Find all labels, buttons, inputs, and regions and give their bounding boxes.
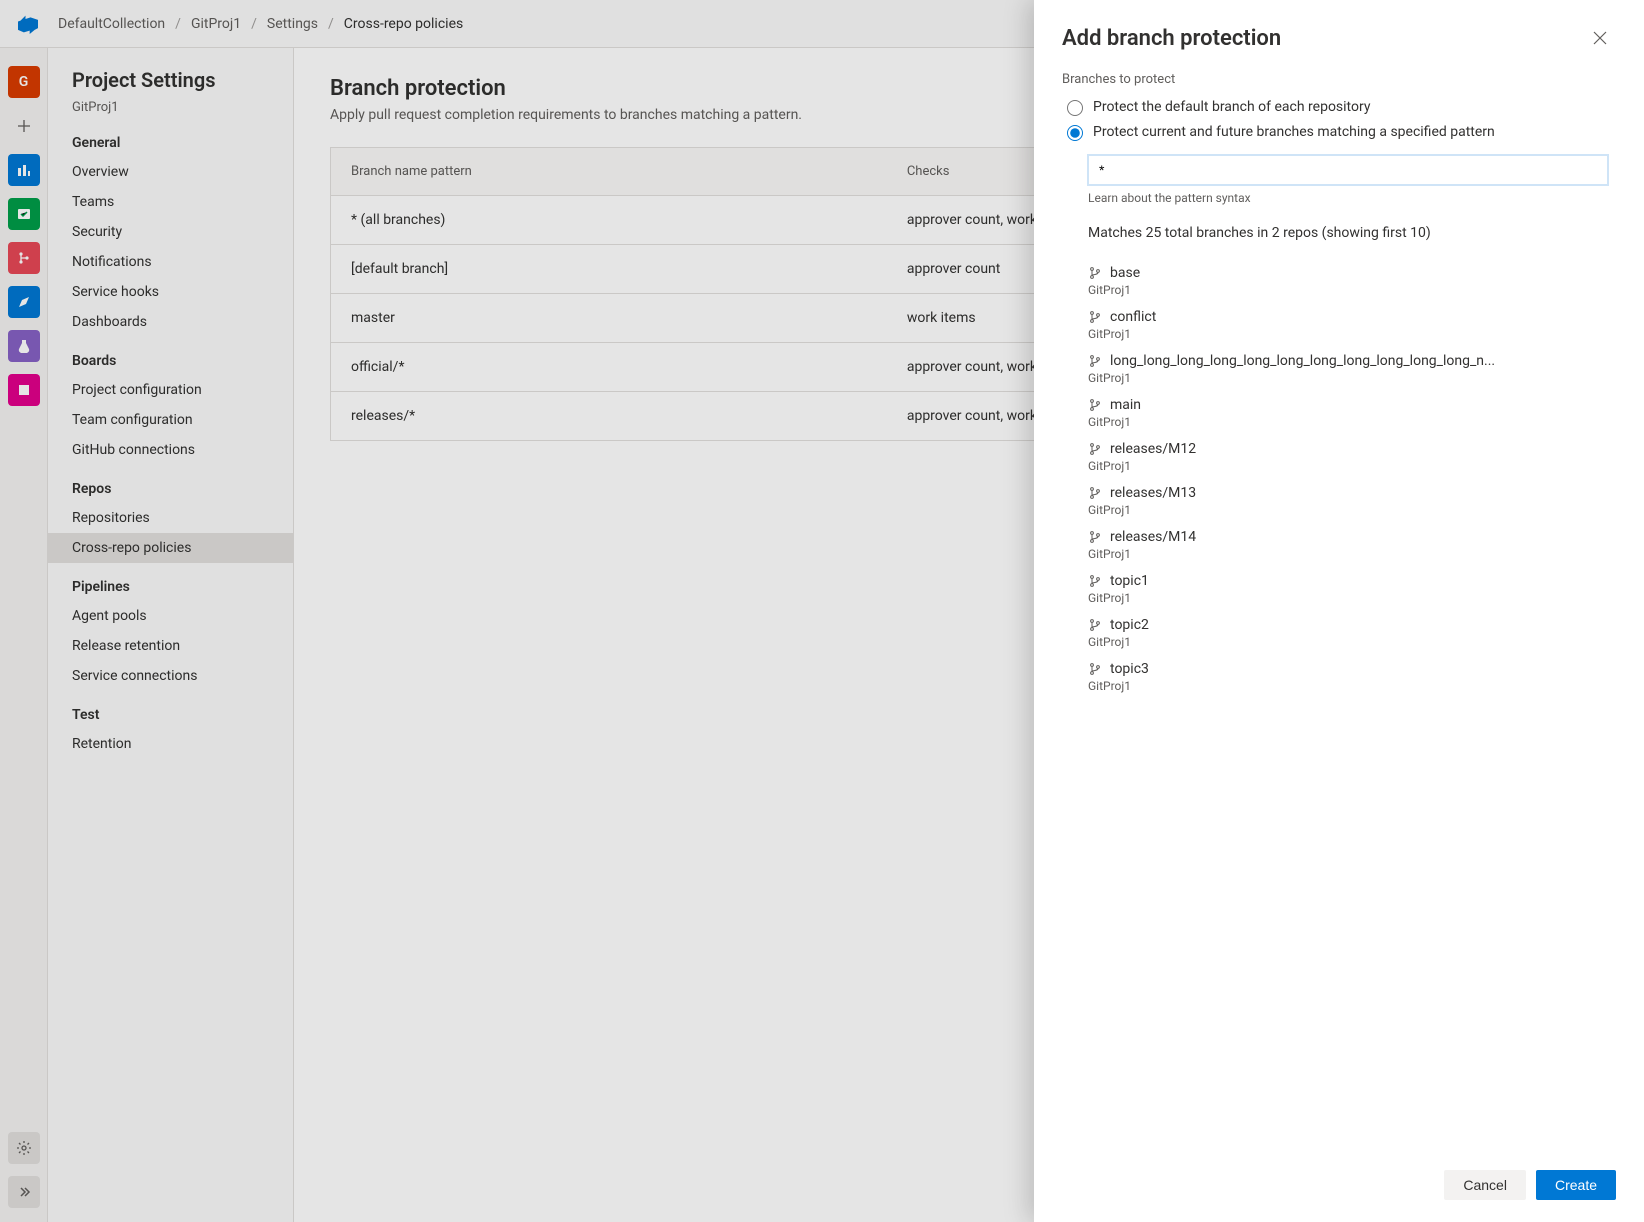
branch-icon: [1088, 618, 1102, 632]
branch-icon: [1088, 486, 1102, 500]
branch-name: long_long_long_long_long_long_long_long_…: [1110, 353, 1495, 369]
branch-name: topic2: [1110, 617, 1149, 633]
branch-repo: GitProj1: [1088, 327, 1616, 341]
radio-protect-default-label: Protect the default branch of each repos…: [1093, 99, 1370, 115]
branch-name: releases/M12: [1110, 441, 1196, 457]
branch-repo: GitProj1: [1088, 415, 1616, 429]
radio-protect-pattern-label: Protect current and future branches matc…: [1093, 124, 1495, 140]
radio-protect-pattern-input[interactable]: [1067, 125, 1083, 141]
branches-to-protect-label: Branches to protect: [1062, 72, 1616, 87]
branch-repo: GitProj1: [1088, 591, 1616, 605]
branch-repo: GitProj1: [1088, 679, 1616, 693]
matches-summary: Matches 25 total branches in 2 repos (sh…: [1088, 225, 1616, 241]
branch-icon: [1088, 266, 1102, 280]
list-item[interactable]: base GitProj1: [1088, 255, 1616, 299]
list-item[interactable]: main GitProj1: [1088, 387, 1616, 431]
branch-name: topic3: [1110, 661, 1149, 677]
branch-icon: [1088, 310, 1102, 324]
panel-title: Add branch protection: [1062, 26, 1281, 51]
add-branch-protection-panel: Add branch protection Branches to protec…: [1034, 0, 1644, 1222]
branch-name: base: [1110, 265, 1140, 281]
radio-protect-default[interactable]: Protect the default branch of each repos…: [1062, 97, 1616, 116]
branch-icon: [1088, 662, 1102, 676]
matching-branches-list: base GitProj1 conflict GitProj1 long_long_lo…: [1088, 255, 1616, 695]
close-icon: [1593, 31, 1607, 45]
branch-name: releases/M14: [1110, 529, 1196, 545]
branch-repo: GitProj1: [1088, 503, 1616, 517]
branch-name: conflict: [1110, 309, 1156, 325]
branch-icon: [1088, 398, 1102, 412]
branch-icon: [1088, 354, 1102, 368]
branch-repo: GitProj1: [1088, 459, 1616, 473]
branch-icon: [1088, 442, 1102, 456]
branch-name: releases/M13: [1110, 485, 1196, 501]
radio-protect-pattern[interactable]: Protect current and future branches matc…: [1062, 122, 1616, 141]
list-item[interactable]: conflict GitProj1: [1088, 299, 1616, 343]
list-item[interactable]: topic1 GitProj1: [1088, 563, 1616, 607]
list-item[interactable]: releases/M12 GitProj1: [1088, 431, 1616, 475]
branch-name: topic1: [1110, 573, 1149, 589]
create-button[interactable]: Create: [1536, 1170, 1616, 1200]
list-item[interactable]: topic3 GitProj1: [1088, 651, 1616, 695]
branch-name: main: [1110, 397, 1141, 413]
branch-repo: GitProj1: [1088, 547, 1616, 561]
list-item[interactable]: long_long_long_long_long_long_long_long_…: [1088, 343, 1616, 387]
list-item[interactable]: releases/M13 GitProj1: [1088, 475, 1616, 519]
close-button[interactable]: [1584, 22, 1616, 54]
list-item[interactable]: releases/M14 GitProj1: [1088, 519, 1616, 563]
branch-icon: [1088, 530, 1102, 544]
radio-protect-default-input[interactable]: [1067, 100, 1083, 116]
branch-repo: GitProj1: [1088, 635, 1616, 649]
branch-repo: GitProj1: [1088, 371, 1616, 385]
branch-icon: [1088, 574, 1102, 588]
branch-pattern-input[interactable]: [1088, 155, 1608, 185]
branch-repo: GitProj1: [1088, 283, 1616, 297]
cancel-button[interactable]: Cancel: [1444, 1170, 1526, 1200]
list-item[interactable]: topic2 GitProj1: [1088, 607, 1616, 651]
pattern-syntax-help-link[interactable]: Learn about the pattern syntax: [1088, 191, 1616, 205]
